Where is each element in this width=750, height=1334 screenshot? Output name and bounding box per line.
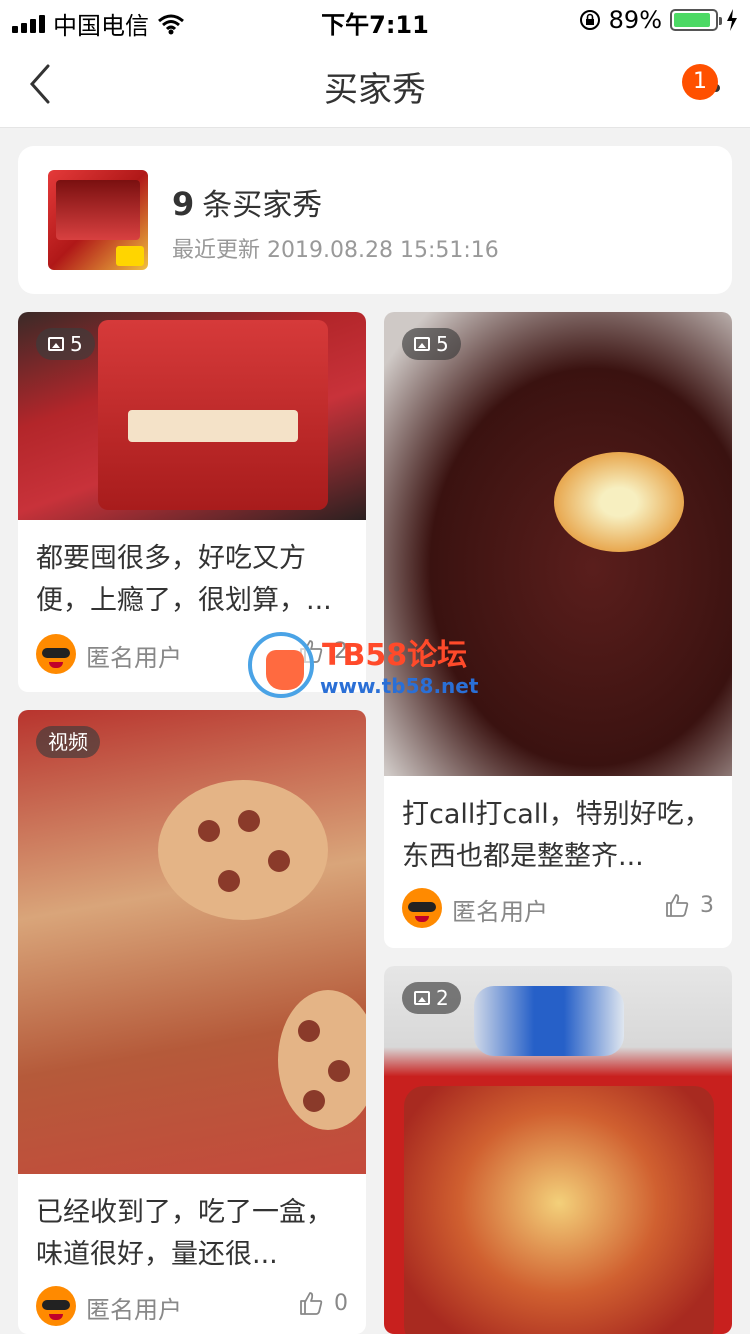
- status-bar: 中国电信 下午7:11 89%: [0, 0, 750, 40]
- user-name: 匿名用户: [86, 1296, 182, 1324]
- lock-rotation-icon: [579, 10, 600, 30]
- user-name: 匿名用户: [86, 644, 182, 672]
- nav-bar: 买家秀 1: [0, 40, 750, 128]
- product-thumbnail[interactable]: [48, 170, 148, 270]
- summary-card[interactable]: 9 条买家秀 最近更新 2019.08.28 15:51:16: [18, 146, 732, 294]
- photo-icon: [414, 991, 430, 1005]
- photo-count-badge: 5: [36, 328, 95, 360]
- status-right: 89%: [579, 6, 738, 34]
- review-count-label: 条买家秀: [202, 188, 323, 223]
- thumbs-up-icon: [300, 1292, 323, 1315]
- like-button[interactable]: 0: [298, 1290, 348, 1316]
- avatar[interactable]: [36, 634, 76, 674]
- watermark-url: www.tb58.net: [320, 674, 479, 698]
- video-badge: 视频: [36, 726, 100, 758]
- review-video[interactable]: [18, 710, 366, 1174]
- charging-icon: [727, 9, 737, 31]
- photo-count-badge: 5: [402, 328, 461, 360]
- like-count: 3: [700, 892, 714, 918]
- avatar[interactable]: [402, 888, 442, 928]
- page-title: 买家秀: [324, 70, 426, 110]
- more-button[interactable]: 1: [676, 64, 732, 112]
- battery-percent: 89%: [608, 6, 662, 34]
- notification-badge: 1: [682, 64, 718, 100]
- review-count: 9 条买家秀: [172, 180, 322, 224]
- review-card[interactable]: 2: [384, 966, 732, 1334]
- user-name: 匿名用户: [452, 898, 548, 926]
- review-user-row: 匿名用户 3: [402, 888, 714, 928]
- review-count-number: 9: [172, 185, 195, 223]
- watermark: TB58论坛 www.tb58.net: [248, 630, 508, 700]
- battery-fill: [674, 13, 710, 27]
- like-count: 0: [334, 1290, 348, 1316]
- review-text: 打call打call，特别好吃，东西也都是整整齐...: [402, 799, 711, 872]
- photo-icon: [48, 337, 64, 351]
- battery-icon: [670, 9, 722, 31]
- photo-icon: [414, 337, 430, 351]
- photo-count-badge: 2: [402, 982, 461, 1014]
- avatar[interactable]: [36, 1286, 76, 1326]
- last-updated: 最近更新 2019.08.28 15:51:16: [172, 238, 499, 263]
- review-user-row: 匿名用户 0: [36, 1286, 348, 1326]
- watermark-title: TB58论坛: [322, 638, 468, 673]
- review-photo[interactable]: [384, 312, 732, 776]
- review-card[interactable]: 视频 已经收到了，吃了一盒，味道很好，量还很... 匿名用户 0: [18, 710, 366, 1334]
- review-photo[interactable]: [384, 966, 732, 1334]
- review-text: 都要囤很多，好吃又方便，上瘾了，很划算，...: [36, 543, 332, 616]
- review-text: 已经收到了，吃了一盒，味道很好，量还很...: [36, 1197, 333, 1270]
- thumbs-up-icon: [666, 894, 689, 917]
- like-button[interactable]: 3: [664, 892, 714, 918]
- watermark-logo: [248, 632, 314, 698]
